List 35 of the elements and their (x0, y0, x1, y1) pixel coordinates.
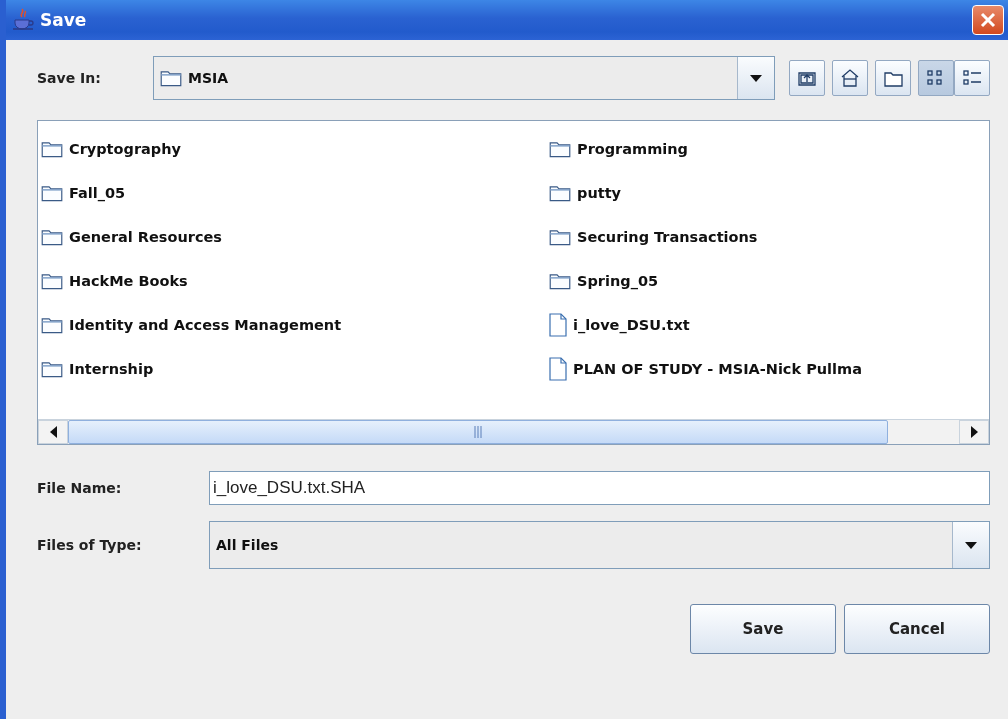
folder-item[interactable]: General Resources (41, 215, 549, 259)
folder-item[interactable]: Internship (41, 347, 549, 391)
file-type-dropdown[interactable]: All Files (209, 521, 990, 569)
dropdown-value: All Files (216, 537, 279, 553)
item-name: Fall_05 (69, 185, 126, 201)
item-name: Programming (577, 141, 688, 157)
save-in-dropdown[interactable]: MSIA (153, 56, 775, 100)
item-name: Securing Transactions (577, 229, 758, 245)
item-name: Internship (69, 361, 154, 377)
item-name: putty (577, 185, 622, 201)
folder-item[interactable]: Spring_05 (549, 259, 989, 303)
folder-item[interactable]: putty (549, 171, 989, 215)
item-name: Identity and Access Management (69, 317, 342, 333)
item-name: Spring_05 (577, 273, 659, 289)
folder-item[interactable]: Cryptography (41, 127, 549, 171)
folder-item[interactable]: Identity and Access Management (41, 303, 549, 347)
file-name-field[interactable]: i_love_DSU.txt.SHA (209, 471, 990, 505)
window-title: Save (40, 10, 88, 30)
save-in-label: Save In: (37, 70, 102, 86)
file-type-label: Files of Type: (37, 537, 143, 553)
file-item[interactable]: i_love_DSU.txt (549, 303, 989, 347)
dropdown-value: MSIA (188, 70, 229, 86)
cancel-button[interactable]: Cancel (844, 604, 990, 654)
item-name: PLAN OF STUDY - MSIA-Nick Pullma (573, 361, 862, 377)
folder-item[interactable]: Programming (549, 127, 989, 171)
item-name: HackMe Books (69, 273, 188, 289)
file-name-label: File Name: (37, 480, 123, 496)
folder-item[interactable]: HackMe Books (41, 259, 549, 303)
file-item[interactable]: PLAN OF STUDY - MSIA-Nick Pullma (549, 347, 989, 391)
item-name: General Resources (69, 229, 222, 245)
item-name: i_love_DSU.txt (573, 317, 690, 333)
save-button[interactable]: Save (690, 604, 836, 654)
item-name: Cryptography (69, 141, 181, 157)
folder-item[interactable]: Securing Transactions (549, 215, 989, 259)
folder-item[interactable]: Fall_05 (41, 171, 549, 215)
